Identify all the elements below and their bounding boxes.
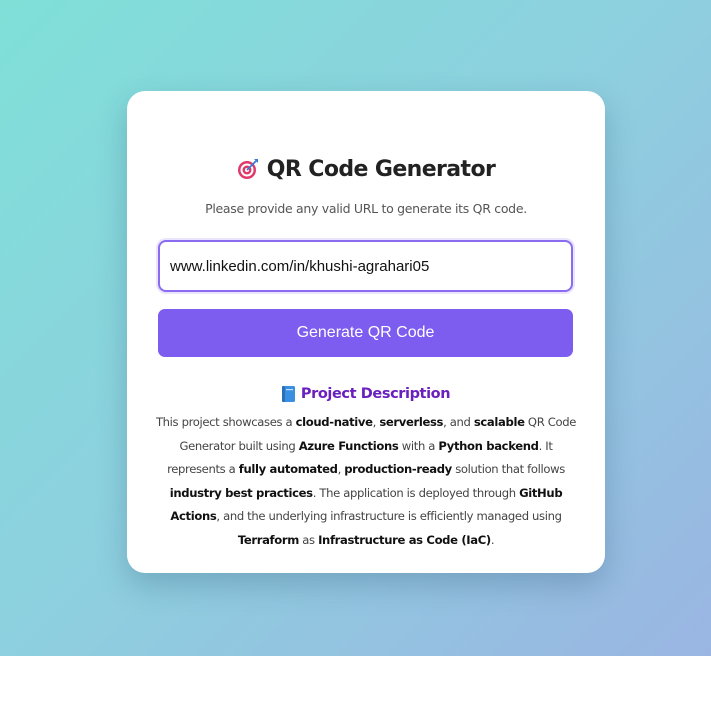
description-title: Project Description [300,386,451,402]
desc-bold-segment: Python backend [438,438,539,453]
desc-text-segment: solution that follows [451,462,565,476]
desc-bold-segment: fully automated [238,462,338,476]
desc-text-segment: as [298,532,319,547]
main-card: QR Code Generator Please provide any val… [127,91,605,573]
description-heading: Project Description [127,383,605,405]
desc-text-segment: with a [398,438,439,453]
page-title: QR Code Generator [266,156,496,182]
desc-text-segment: , and [443,415,474,429]
description-text: This project showcases a cloud-native, s… [155,411,577,552]
desc-text-segment: . The application is deployed through [312,485,520,500]
desc-bold-segment: industry best practices [169,485,313,500]
desc-bold-segment: Azure Functions [298,438,399,453]
desc-bold-segment: cloud-native [295,415,373,429]
page-subtitle: Please provide any valid URL to generate… [205,201,527,216]
generate-qr-button[interactable]: Generate QR Code [158,309,573,357]
desc-text-segment: This project showcases a [155,415,296,429]
url-input[interactable] [158,240,573,292]
desc-text-segment: . [490,532,495,547]
header: QR Code Generator [127,153,605,185]
book-icon [281,386,295,402]
target-icon [237,158,259,180]
desc-bold-segment: serverless [379,415,444,429]
desc-bold-segment: Infrastructure as Code (IaC) [318,532,491,547]
desc-bold-segment: scalable [473,415,525,429]
desc-bold-segment: production-ready [344,462,452,476]
desc-bold-segment: Terraform [237,532,300,547]
desc-text-segment: , and the underlying infrastructure is e… [216,509,562,523]
